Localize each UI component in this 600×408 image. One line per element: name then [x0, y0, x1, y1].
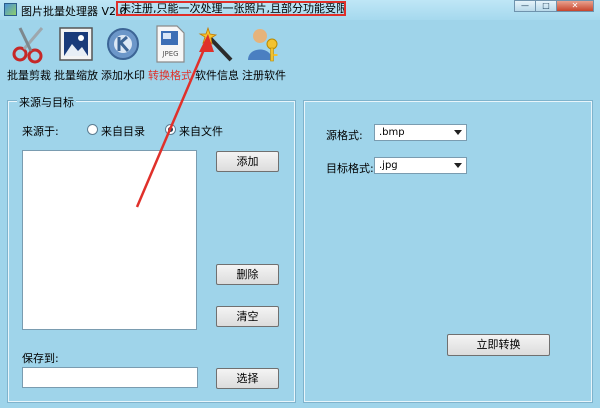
chevron-down-icon	[454, 130, 462, 135]
title-bar: 图片批量处理器 V2.0 未注册,只能一次处理一张照片,且部分功能受限! — □…	[0, 0, 600, 20]
source-format-select[interactable]: .bmp	[374, 124, 467, 141]
toolbar-item-register[interactable]: 注册软件	[241, 24, 287, 88]
toolbar-label-register: 注册软件	[242, 69, 286, 82]
radio-from-file-label[interactable]: 来自文件	[179, 123, 223, 139]
convert-now-button[interactable]: 立即转换	[447, 334, 550, 356]
choose-button[interactable]: 选择	[216, 368, 279, 389]
close-button[interactable]: ✕	[556, 0, 594, 12]
window-controls: — □ ✕	[514, 0, 594, 12]
maximize-button[interactable]: □	[535, 0, 557, 12]
clear-button[interactable]: 清空	[216, 306, 279, 327]
file-list[interactable]	[22, 150, 197, 330]
convert-group	[303, 100, 593, 403]
toolbar-label-convert-format: 转换格式	[148, 69, 192, 82]
toolbar-item-batch-resize[interactable]: 批量缩放	[53, 24, 99, 88]
radio-from-file[interactable]	[165, 124, 176, 135]
toolbar-label-add-watermark: 添加水印	[101, 69, 145, 82]
window-title: 图片批量处理器 V2.0	[21, 5, 127, 18]
source-format-label: 源格式:	[326, 129, 363, 142]
radio-from-directory[interactable]	[87, 124, 98, 135]
target-format-select[interactable]: .jpg	[374, 157, 467, 174]
jpeg-file-icon: JPEG	[151, 24, 189, 64]
radio-from-directory-label[interactable]: 来自目录	[101, 123, 145, 139]
toolbar-label-software-info: 软件信息	[195, 69, 239, 82]
save-to-label: 保存到:	[22, 352, 59, 365]
toolbar-item-batch-crop[interactable]: 批量剪裁	[6, 24, 52, 88]
save-path-input[interactable]	[22, 367, 198, 388]
toolbar-label-batch-crop: 批量剪裁	[7, 69, 51, 82]
delete-button[interactable]: 删除	[216, 264, 279, 285]
source-target-title: 来源与目标	[17, 94, 76, 110]
kde-logo-icon	[104, 24, 142, 64]
unregistered-notice: 未注册,只能一次处理一张照片,且部分功能受限!	[116, 1, 346, 16]
chevron-down-icon	[454, 163, 462, 168]
add-button[interactable]: 添加	[216, 151, 279, 172]
toolbar-label-batch-resize: 批量缩放	[54, 69, 98, 82]
source-label: 来源于:	[22, 125, 59, 138]
target-format-value: .jpg	[379, 160, 398, 171]
svg-text:JPEG: JPEG	[161, 50, 178, 58]
toolbar-item-convert-format[interactable]: JPEG 转换格式	[147, 24, 193, 88]
user-key-icon	[245, 24, 283, 64]
source-format-value: .bmp	[379, 127, 405, 138]
minimize-button[interactable]: —	[514, 0, 536, 12]
scissors-icon	[10, 24, 48, 64]
magic-wand-icon	[198, 24, 236, 64]
app-icon	[4, 3, 17, 16]
toolbar-item-add-watermark[interactable]: 添加水印	[100, 24, 146, 88]
target-format-label: 目标格式:	[326, 162, 374, 175]
toolbar-item-software-info[interactable]: 软件信息	[194, 24, 240, 88]
photo-frame-icon	[57, 24, 95, 64]
